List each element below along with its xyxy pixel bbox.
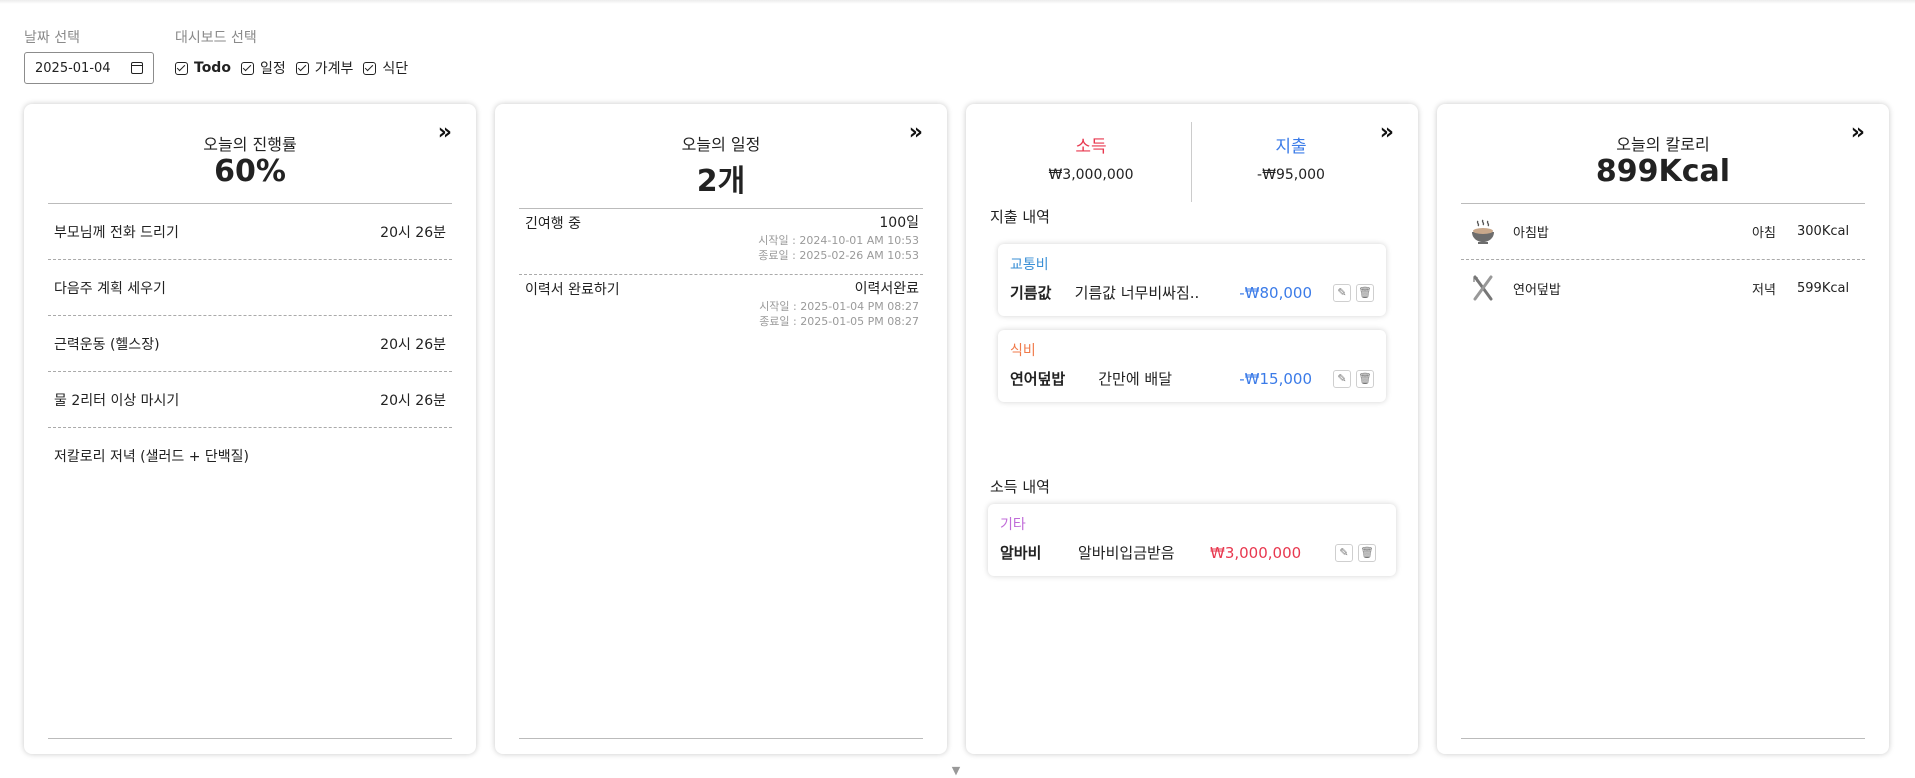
dashboard-select-label: 대시보드 선택 xyxy=(175,30,257,46)
expense-amount: -₩80,000 xyxy=(1239,283,1312,302)
checkbox-label: Todo xyxy=(194,60,231,76)
schedule-status: 100일 xyxy=(879,215,919,231)
trash-icon[interactable]: 🗑 xyxy=(1358,543,1376,562)
checkbox-label: 식단 xyxy=(382,61,409,77)
meal-list: 아침밥 아침 300Kcal 연어덮밥 저녁 599Kcal xyxy=(1461,204,1865,316)
expense-section-title: 지출 내역 xyxy=(990,208,1050,226)
footer-divider xyxy=(519,738,923,739)
expense-memo: 간만에 배달 xyxy=(1098,370,1173,388)
checkbox-todo[interactable]: Todo xyxy=(175,60,231,76)
todo-text: 다음주 계획 세우기 xyxy=(54,280,166,297)
calendar-icon[interactable] xyxy=(131,62,143,74)
todo-title: 오늘의 진행률 xyxy=(203,135,297,154)
trash-icon[interactable]: 🗑 xyxy=(1356,283,1374,302)
todo-card: » 오늘의 진행률 60% 부모님께 전화 드리기 20시 26분 다음주 계획… xyxy=(24,104,476,754)
schedule-count: 2개 xyxy=(696,164,746,199)
pencil-icon[interactable]: ✎ xyxy=(1335,543,1353,562)
income-total: ₩3,000,000 xyxy=(1048,167,1134,183)
expense-category: 식비 xyxy=(1010,343,1036,359)
rice-bowl-icon xyxy=(1469,218,1497,246)
checkbox-checked-icon[interactable] xyxy=(363,61,377,75)
ledger-card: » 소득 ₩3,000,000 지출 -₩95,000 지출 내역 교통비 기름… xyxy=(966,104,1418,754)
meal-title: 오늘의 칼로리 xyxy=(1616,135,1710,154)
footer-divider xyxy=(48,738,452,739)
checkbox-checked-icon[interactable] xyxy=(295,61,309,75)
schedule-card: » 오늘의 일정 2개 긴여행 중 100일 시작일 : 2024-10-01 … xyxy=(495,104,947,754)
schedule-item[interactable]: 긴여행 중 100일 시작일 : 2024-10-01 AM 10:53 종료일… xyxy=(519,209,923,275)
todo-text: 근력운동 (헬스장) xyxy=(54,336,160,353)
todo-text: 부모님께 전화 드리기 xyxy=(54,224,179,241)
schedule-end: 종료일 : 2025-01-05 PM 08:27 xyxy=(759,315,919,328)
meal-kcal: 300Kcal xyxy=(1797,224,1850,239)
schedule-start: 시작일 : 2024-10-01 AM 10:53 xyxy=(758,234,919,247)
meal-kcal: 599Kcal xyxy=(1797,280,1850,296)
meal-time: 아침 xyxy=(1752,226,1776,241)
todo-item[interactable]: 근력운동 (헬스장) 20시 26분 xyxy=(48,316,452,372)
todo-time: 20시 26분 xyxy=(380,336,446,353)
todo-text: 저칼로리 저녁 (샐러드 + 단백질) xyxy=(54,449,250,465)
schedule-status: 이력서완료 xyxy=(854,281,919,297)
schedule-title: 오늘의 일정 xyxy=(681,135,761,154)
schedule-name: 긴여행 중 xyxy=(525,216,581,232)
meal-total: 899Kcal xyxy=(1595,154,1731,189)
expense-category: 교통비 xyxy=(1010,257,1049,273)
chevron-down-icon[interactable]: ▼ xyxy=(950,765,962,777)
income-amount: ₩3,000,000 xyxy=(1210,543,1302,562)
schedule-start: 시작일 : 2025-01-04 PM 08:27 xyxy=(759,300,919,313)
meal-item[interactable]: 연어덮밥 저녁 599Kcal xyxy=(1461,260,1865,316)
todo-item[interactable]: 물 2리터 이상 마시기 20시 26분 xyxy=(48,372,452,428)
todo-progress: 60% xyxy=(214,154,286,189)
checkbox-schedule[interactable]: 일정 xyxy=(240,58,286,78)
income-name: 알바비 xyxy=(1000,544,1042,562)
expense-total: -₩95,000 xyxy=(1257,167,1325,183)
todo-text: 물 2리터 이상 마시기 xyxy=(54,392,180,409)
schedule-item[interactable]: 이력서 완료하기 이력서완료 시작일 : 2025-01-04 PM 08:27… xyxy=(519,275,923,341)
date-value: 2025-01-04 xyxy=(35,60,111,76)
date-input[interactable]: 2025-01-04 xyxy=(24,52,154,84)
meal-card: » 오늘의 칼로리 899Kcal 아침밥 아침 300Kcal 연어덮밥 저녁… xyxy=(1437,104,1889,754)
dashboard-checkboxes: Todo 일정 가계부 식단 xyxy=(175,58,418,78)
checkbox-label: 가계부 xyxy=(314,61,354,77)
date-select-label: 날짜 선택 xyxy=(24,30,80,46)
summary-divider xyxy=(1191,122,1192,202)
todo-item[interactable]: 다음주 계획 세우기 xyxy=(48,260,452,316)
pencil-icon[interactable]: ✎ xyxy=(1333,283,1351,302)
ledger-summary: 소득 ₩3,000,000 지출 -₩95,000 xyxy=(966,122,1418,212)
expense-entry[interactable]: 식비 연어덮밥 간만에 배달 -₩15,000 ✎ 🗑 xyxy=(998,330,1386,402)
pencil-icon[interactable]: ✎ xyxy=(1333,369,1351,388)
meal-name: 연어덮밥 xyxy=(1513,282,1561,298)
todo-list: 부모님께 전화 드리기 20시 26분 다음주 계획 세우기 근력운동 (헬스장… xyxy=(48,204,452,484)
expense-label: 지출 xyxy=(1275,137,1307,157)
meal-time: 저녁 xyxy=(1752,282,1776,298)
income-section-title: 소득 내역 xyxy=(990,478,1050,496)
footer-divider xyxy=(1461,738,1865,739)
schedule-end: 종료일 : 2025-02-26 AM 10:53 xyxy=(758,249,919,262)
top-shadow xyxy=(0,0,1915,4)
income-label: 소득 xyxy=(1075,137,1107,157)
meal-item[interactable]: 아침밥 아침 300Kcal xyxy=(1461,204,1865,260)
trash-icon[interactable]: 🗑 xyxy=(1356,369,1374,388)
todo-time: 20시 26분 xyxy=(380,392,446,409)
checkbox-checked-icon[interactable] xyxy=(240,61,254,75)
checkbox-meal[interactable]: 식단 xyxy=(363,58,408,78)
checkbox-label: 일정 xyxy=(259,61,286,77)
schedule-name: 이력서 완료하기 xyxy=(525,282,620,298)
expense-name: 기름값 xyxy=(1010,284,1052,302)
income-category: 기타 xyxy=(1000,517,1026,533)
todo-time: 20시 26분 xyxy=(380,224,446,241)
meal-name: 아침밥 xyxy=(1513,226,1549,241)
schedule-list: 긴여행 중 100일 시작일 : 2024-10-01 AM 10:53 종료일… xyxy=(519,209,923,341)
expense-amount: -₩15,000 xyxy=(1239,369,1312,388)
fork-knife-icon xyxy=(1469,274,1497,302)
checkbox-ledger[interactable]: 가계부 xyxy=(295,58,354,78)
checkbox-checked-icon[interactable] xyxy=(175,61,188,75)
expense-name: 연어덮밥 xyxy=(1010,370,1066,388)
expense-entry[interactable]: 교통비 기름값 기름값 너무비싸짐.. -₩80,000 ✎ 🗑 xyxy=(998,244,1386,316)
expense-memo: 기름값 너무비싸짐.. xyxy=(1074,284,1200,302)
income-memo: 알바비입금받음 xyxy=(1078,544,1175,562)
todo-item[interactable]: 저칼로리 저녁 (샐러드 + 단백질) xyxy=(48,428,452,484)
todo-item[interactable]: 부모님께 전화 드리기 20시 26분 xyxy=(48,204,452,260)
income-entry[interactable]: 기타 알바비 알바비입금받음 ₩3,000,000 ✎ 🗑 xyxy=(988,504,1396,576)
